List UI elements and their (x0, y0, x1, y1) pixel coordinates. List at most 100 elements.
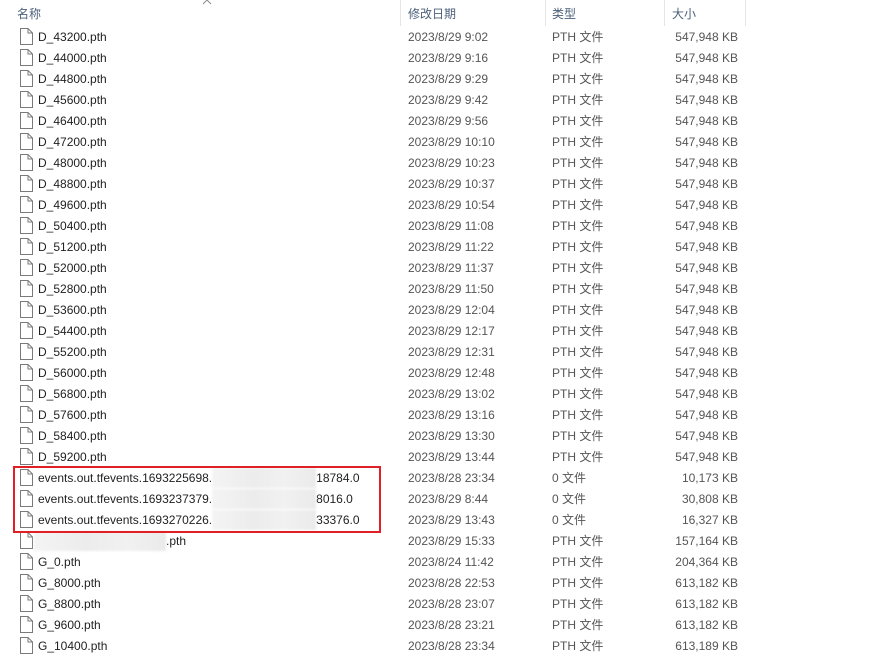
file-row[interactable]: D_48800.pth 2023/8/29 10:37 PTH 文件 547,948 … (0, 173, 883, 194)
file-icon (19, 637, 33, 654)
file-modified-date: 2023/8/29 10:10 (408, 135, 495, 149)
file-type: PTH 文件 (552, 324, 604, 338)
sort-ascending-icon[interactable] (202, 0, 212, 5)
file-type: PTH 文件 (552, 534, 604, 548)
file-size: 157,164 KB (675, 534, 738, 548)
file-name: G_8800.pth (38, 597, 101, 611)
file-modified-date: 2023/8/29 13:02 (408, 387, 495, 401)
file-modified-date: 2023/8/29 13:16 (408, 408, 495, 422)
file-modified-date: 2023/8/29 10:37 (408, 177, 495, 191)
file-row[interactable]: D_50400.pth 2023/8/29 11:08 PTH 文件 547,948 … (0, 215, 883, 236)
file-size: 547,948 KB (675, 51, 738, 65)
file-row[interactable]: G_8000.pth 2023/8/28 22:53 PTH 文件 613,182 K… (0, 572, 883, 593)
file-name: D_55200.pth (38, 345, 107, 359)
file-modified-date: 2023/8/28 23:34 (408, 639, 495, 653)
file-row[interactable]: events.out.tfevents.1693237379. 8016.0 202… (0, 488, 883, 509)
file-type: PTH 文件 (552, 240, 604, 254)
file-row[interactable]: G_8800.pth 2023/8/28 23:07 PTH 文件 613,182 K… (0, 593, 883, 614)
column-header-modified[interactable]: 修改日期 (408, 0, 456, 26)
file-row[interactable]: G_9600.pth 2023/8/28 23:21 PTH 文件 613,182 K… (0, 614, 883, 635)
column-divider[interactable] (545, 0, 546, 26)
file-name: D_57600.pth (38, 408, 107, 422)
file-icon (19, 448, 33, 465)
file-row[interactable]: events.out.tfevents.1693225698. 18784.0 20… (0, 467, 883, 488)
file-size: 547,948 KB (675, 177, 738, 191)
file-name: D_49600.pth (38, 198, 107, 212)
file-row[interactable]: D_53600.pth 2023/8/29 12:04 PTH 文件 547,948 … (0, 299, 883, 320)
file-modified-date: 2023/8/29 12:17 (408, 324, 495, 338)
file-name: D_45600.pth (38, 93, 107, 107)
file-icon (19, 343, 33, 360)
file-modified-date: 2023/8/29 11:37 (408, 261, 494, 275)
file-row[interactable]: D_48000.pth 2023/8/29 10:23 PTH 文件 547,948 … (0, 152, 883, 173)
column-header-type[interactable]: 类型 (552, 0, 576, 26)
file-name-prefix: events.out.tfevents.1693270226. (38, 513, 213, 527)
column-header-size[interactable]: 大小 (672, 0, 696, 26)
file-row[interactable]: D_47200.pth 2023/8/29 10:10 PTH 文件 547,948 … (0, 131, 883, 152)
file-row[interactable]: D_46400.pth 2023/8/29 9:56 PTH 文件 547,948 K… (0, 110, 883, 131)
file-size: 547,948 KB (675, 135, 738, 149)
file-icon (19, 217, 33, 234)
file-modified-date: 2023/8/29 8:44 (408, 492, 489, 506)
file-icon (19, 70, 33, 87)
file-icon (19, 574, 33, 591)
file-name: D_52800.pth (38, 282, 107, 296)
file-list: D_43200.pth 2023/8/29 9:02 PTH 文件 547,948 K… (0, 26, 883, 656)
file-row[interactable]: D_52000.pth 2023/8/29 11:37 PTH 文件 547,948 … (0, 257, 883, 278)
file-size: 613,182 KB (675, 576, 738, 590)
file-type: PTH 文件 (552, 261, 604, 275)
file-icon (19, 49, 33, 66)
column-divider[interactable] (745, 0, 746, 26)
file-name: D_59200.pth (38, 450, 107, 464)
file-modified-date: 2023/8/29 9:02 (408, 30, 489, 44)
file-size: 613,182 KB (675, 597, 738, 611)
file-row[interactable]: D_58400.pth 2023/8/29 13:30 PTH 文件 547,948 … (0, 425, 883, 446)
file-row[interactable]: D_51200.pth 2023/8/29 11:22 PTH 文件 547,948 … (0, 236, 883, 257)
column-header-name[interactable]: 名称 (17, 0, 41, 26)
file-name: G_0.pth (38, 555, 81, 569)
file-size: 547,948 KB (675, 219, 738, 233)
column-divider[interactable] (400, 0, 401, 26)
file-row[interactable]: D_57600.pth 2023/8/29 13:16 PTH 文件 547,948 … (0, 404, 883, 425)
file-size: 547,948 KB (675, 198, 738, 212)
file-row[interactable]: D_49600.pth 2023/8/29 10:54 PTH 文件 547,948 … (0, 194, 883, 215)
file-type: PTH 文件 (552, 429, 604, 443)
file-row[interactable]: D_45600.pth 2023/8/29 9:42 PTH 文件 547,948 K… (0, 89, 883, 110)
file-row[interactable]: D_43200.pth 2023/8/29 9:02 PTH 文件 547,948 K… (0, 26, 883, 47)
file-size: 547,948 KB (675, 408, 738, 422)
file-type: PTH 文件 (552, 387, 604, 401)
file-size: 547,948 KB (675, 366, 738, 380)
file-row[interactable]: D_56800.pth 2023/8/29 13:02 PTH 文件 547,948 … (0, 383, 883, 404)
file-icon (19, 133, 33, 150)
file-type: PTH 文件 (552, 597, 604, 611)
file-row[interactable]: .pth 2023/8/29 15:33 PTH 文件 157,164 KB (0, 530, 883, 551)
file-row[interactable]: D_44000.pth 2023/8/29 9:16 PTH 文件 547,948 K… (0, 47, 883, 68)
file-row[interactable]: D_56000.pth 2023/8/29 12:48 PTH 文件 547,948 … (0, 362, 883, 383)
file-row[interactable]: D_55200.pth 2023/8/29 12:31 PTH 文件 547,948 … (0, 341, 883, 362)
column-divider[interactable] (664, 0, 665, 26)
file-type: 0 文件 (552, 471, 587, 485)
file-modified-date: 2023/8/29 12:04 (408, 303, 495, 317)
file-row[interactable]: G_0.pth 2023/8/24 11:42 PTH 文件 204,364 KB (0, 551, 883, 572)
file-size: 547,948 KB (675, 261, 738, 275)
file-size: 16,327 KB (681, 513, 738, 527)
file-row[interactable]: D_52800.pth 2023/8/29 11:50 PTH 文件 547,948 … (0, 278, 883, 299)
file-icon (19, 238, 33, 255)
file-icon (19, 595, 33, 612)
file-type: PTH 文件 (552, 198, 604, 212)
file-size: 613,182 KB (675, 618, 738, 632)
file-icon (19, 154, 33, 171)
file-icon (19, 28, 33, 45)
file-type: PTH 文件 (552, 366, 604, 380)
file-size: 204,364 KB (675, 555, 738, 569)
file-name: .pth (34, 530, 186, 551)
file-row[interactable]: G_10400.pth 2023/8/28 23:34 PTH 文件 613,189 … (0, 635, 883, 656)
file-icon (19, 532, 33, 549)
file-row[interactable]: D_59200.pth 2023/8/29 13:44 PTH 文件 547,948 … (0, 446, 883, 467)
file-name: events.out.tfevents.1693270226. 33376.0 (38, 509, 360, 530)
file-modified-date: 2023/8/28 23:07 (408, 597, 495, 611)
file-row[interactable]: D_44800.pth 2023/8/29 9:29 PTH 文件 547,948 K… (0, 68, 883, 89)
file-row[interactable]: D_54400.pth 2023/8/29 12:17 PTH 文件 547,948 … (0, 320, 883, 341)
file-row[interactable]: events.out.tfevents.1693270226. 33376.0 20… (0, 509, 883, 530)
file-modified-date: 2023/8/29 13:30 (408, 429, 495, 443)
